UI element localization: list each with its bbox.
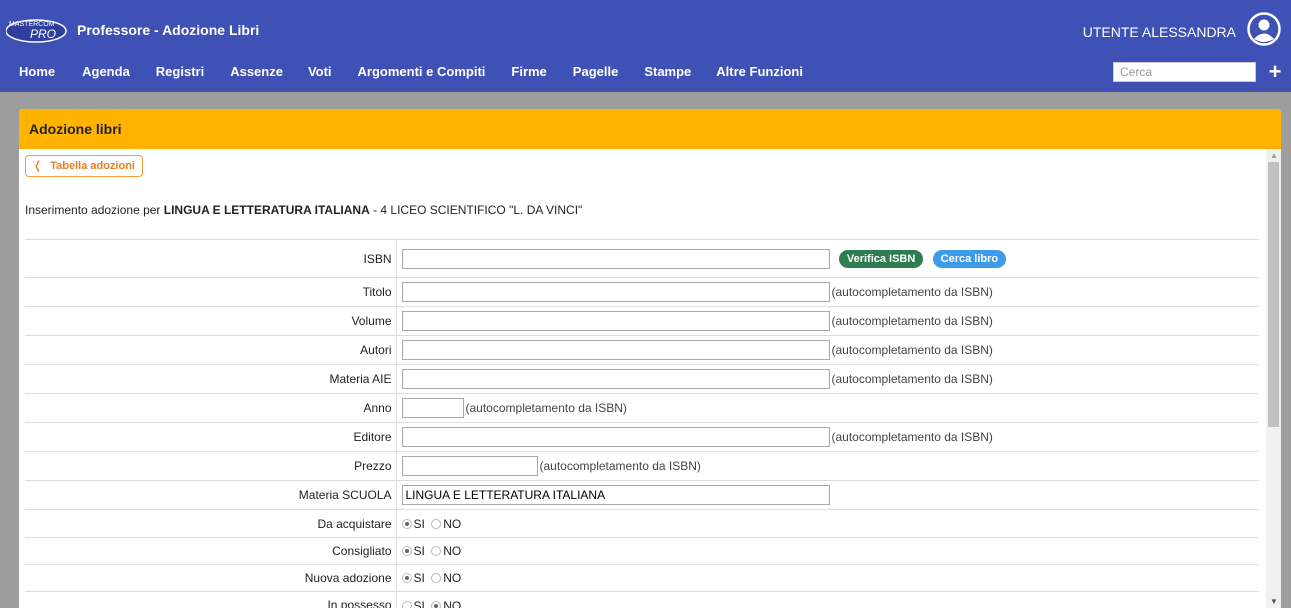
scroll-up-arrow-icon[interactable]: ▲ xyxy=(1270,151,1278,160)
editore-label: Editore xyxy=(25,422,397,452)
intro-text: Inserimento adozione per LINGUA E LETTER… xyxy=(25,203,582,217)
top-bar: MASTERCOM PRO Professore - Adozione Libr… xyxy=(0,0,1291,92)
nav-pagelle[interactable]: Pagelle xyxy=(573,62,619,84)
prezzo-input[interactable] xyxy=(401,456,538,476)
anno-hint: (autocompletamento da ISBN) xyxy=(465,401,627,415)
da-acquistare-no-radio[interactable] xyxy=(431,518,442,529)
da-acquistare-label: Da acquistare xyxy=(25,509,397,538)
in-possesso-si-label: SI xyxy=(413,598,425,608)
chevron-left-icon: ❬ xyxy=(33,160,43,172)
panel-title: Adozione libri xyxy=(19,109,1281,149)
in-possesso-label: In possesso xyxy=(25,591,397,608)
da-acquistare-no-label: NO xyxy=(443,516,462,531)
form-row-consigliato: Consigliato SI NO xyxy=(25,537,1259,565)
nav-voti[interactable]: Voti xyxy=(308,62,332,84)
titolo-hint: (autocompletamento da ISBN) xyxy=(831,285,993,299)
scroll-down-arrow-icon[interactable]: ▼ xyxy=(1270,597,1278,606)
editore-hint: (autocompletamento da ISBN) xyxy=(831,430,993,444)
back-button-label: Tabella adozioni xyxy=(50,160,135,172)
prezzo-label: Prezzo xyxy=(25,451,397,481)
app-title: Professore - Adozione Libri xyxy=(77,22,260,38)
titolo-label: Titolo xyxy=(25,277,397,307)
user-name[interactable]: UTENTE ALESSANDRA xyxy=(1083,24,1236,40)
materia-aie-label: Materia AIE xyxy=(25,364,397,394)
anno-input[interactable] xyxy=(401,398,464,418)
nav-firme[interactable]: Firme xyxy=(511,62,546,84)
consigliato-label: Consigliato xyxy=(25,537,397,565)
in-possesso-no-radio[interactable] xyxy=(431,600,442,608)
form-row-anno: Anno (autocompletamento da ISBN) xyxy=(25,393,1259,423)
editore-input[interactable] xyxy=(401,427,830,447)
intro-subject: LINGUA E LETTERATURA ITALIANA xyxy=(163,203,370,217)
autori-hint: (autocompletamento da ISBN) xyxy=(831,343,993,357)
main-nav: Home Agenda Registri Assenze Voti Argome… xyxy=(0,62,803,84)
form-row-prezzo: Prezzo (autocompletamento da ISBN) xyxy=(25,451,1259,481)
intro-suffix: - 4 LICEO SCIENTIFICO "L. DA VINCI" xyxy=(369,203,583,217)
form-row-nuova-adozione: Nuova adozione SI NO xyxy=(25,564,1259,592)
scrollbar-thumb[interactable] xyxy=(1268,162,1279,427)
nav-stampe[interactable]: Stampe xyxy=(644,62,691,84)
volume-hint: (autocompletamento da ISBN) xyxy=(831,314,993,328)
nuova-adozione-no-radio[interactable] xyxy=(431,573,442,584)
da-acquistare-si-radio[interactable] xyxy=(401,518,412,529)
nav-home[interactable]: Home xyxy=(19,62,55,84)
nuova-adozione-si-label: SI xyxy=(413,571,425,586)
form-row-materia-aie: Materia AIE (autocompletamento da ISBN) xyxy=(25,364,1259,394)
nav-assenze[interactable]: Assenze xyxy=(230,62,283,84)
search-input[interactable] xyxy=(1113,62,1256,82)
form-row-volume: Volume (autocompletamento da ISBN) xyxy=(25,306,1259,336)
consigliato-si-radio[interactable] xyxy=(401,546,412,557)
verifica-isbn-button[interactable]: Verifica ISBN xyxy=(838,249,924,268)
volume-input[interactable] xyxy=(401,311,830,331)
form-row-editore: Editore (autocompletamento da ISBN) xyxy=(25,422,1259,452)
form-row-titolo: Titolo (autocompletamento da ISBN) xyxy=(25,277,1259,307)
materia-scuola-label: Materia SCUOLA xyxy=(25,480,397,510)
form-row-in-possesso: In possesso SI NO xyxy=(25,591,1259,608)
nuova-adozione-no-label: NO xyxy=(443,571,462,586)
nav-registri[interactable]: Registri xyxy=(156,62,204,84)
volume-label: Volume xyxy=(25,306,397,336)
nav-altre-funzioni[interactable]: Altre Funzioni xyxy=(716,62,803,84)
isbn-label: ISBN xyxy=(25,239,397,278)
nuova-adozione-label: Nuova adozione xyxy=(25,564,397,592)
prezzo-hint: (autocompletamento da ISBN) xyxy=(539,459,701,473)
nav-agenda[interactable]: Agenda xyxy=(82,62,130,84)
vertical-scrollbar[interactable]: ▲ ▼ xyxy=(1266,149,1281,608)
add-button[interactable]: + xyxy=(1266,61,1284,83)
in-possesso-no-label: NO xyxy=(443,598,462,608)
intro-prefix: Inserimento adozione per xyxy=(25,203,164,217)
mastercom-logo[interactable]: MASTERCOM PRO xyxy=(6,17,70,43)
form-row-materia-scuola: Materia SCUOLA xyxy=(25,480,1259,510)
da-acquistare-si-label: SI xyxy=(413,516,425,531)
back-to-tabella-adozioni-button[interactable]: ❬ Tabella adozioni xyxy=(25,155,143,177)
adozione-panel: Adozione libri ❬ Tabella adozioni Inserim… xyxy=(19,109,1281,608)
nav-argomenti-compiti[interactable]: Argomenti e Compiti xyxy=(358,62,486,84)
materia-scuola-input[interactable] xyxy=(401,485,830,505)
nuova-adozione-si-radio[interactable] xyxy=(401,573,412,584)
autori-input[interactable] xyxy=(401,340,830,360)
isbn-input[interactable] xyxy=(401,248,830,269)
consigliato-no-radio[interactable] xyxy=(431,546,442,557)
anno-label: Anno xyxy=(25,393,397,423)
in-possesso-si-radio[interactable] xyxy=(401,600,412,608)
materia-aie-input[interactable] xyxy=(401,369,830,389)
consigliato-no-label: NO xyxy=(443,544,462,559)
form-row-isbn: ISBN Verifica ISBN Cerca libro xyxy=(25,239,1259,278)
adozione-form: ISBN Verifica ISBN Cerca libro Titolo (a… xyxy=(25,239,1259,608)
user-avatar-icon[interactable] xyxy=(1247,12,1281,46)
autori-label: Autori xyxy=(25,335,397,365)
consigliato-si-label: SI xyxy=(413,544,425,559)
cerca-libro-button[interactable]: Cerca libro xyxy=(932,249,1007,268)
form-row-autori: Autori (autocompletamento da ISBN) xyxy=(25,335,1259,365)
logo-text-bottom: PRO xyxy=(30,27,56,41)
materia-aie-hint: (autocompletamento da ISBN) xyxy=(831,372,993,386)
titolo-input[interactable] xyxy=(401,282,830,302)
form-row-da-acquistare: Da acquistare SI NO xyxy=(25,509,1259,538)
